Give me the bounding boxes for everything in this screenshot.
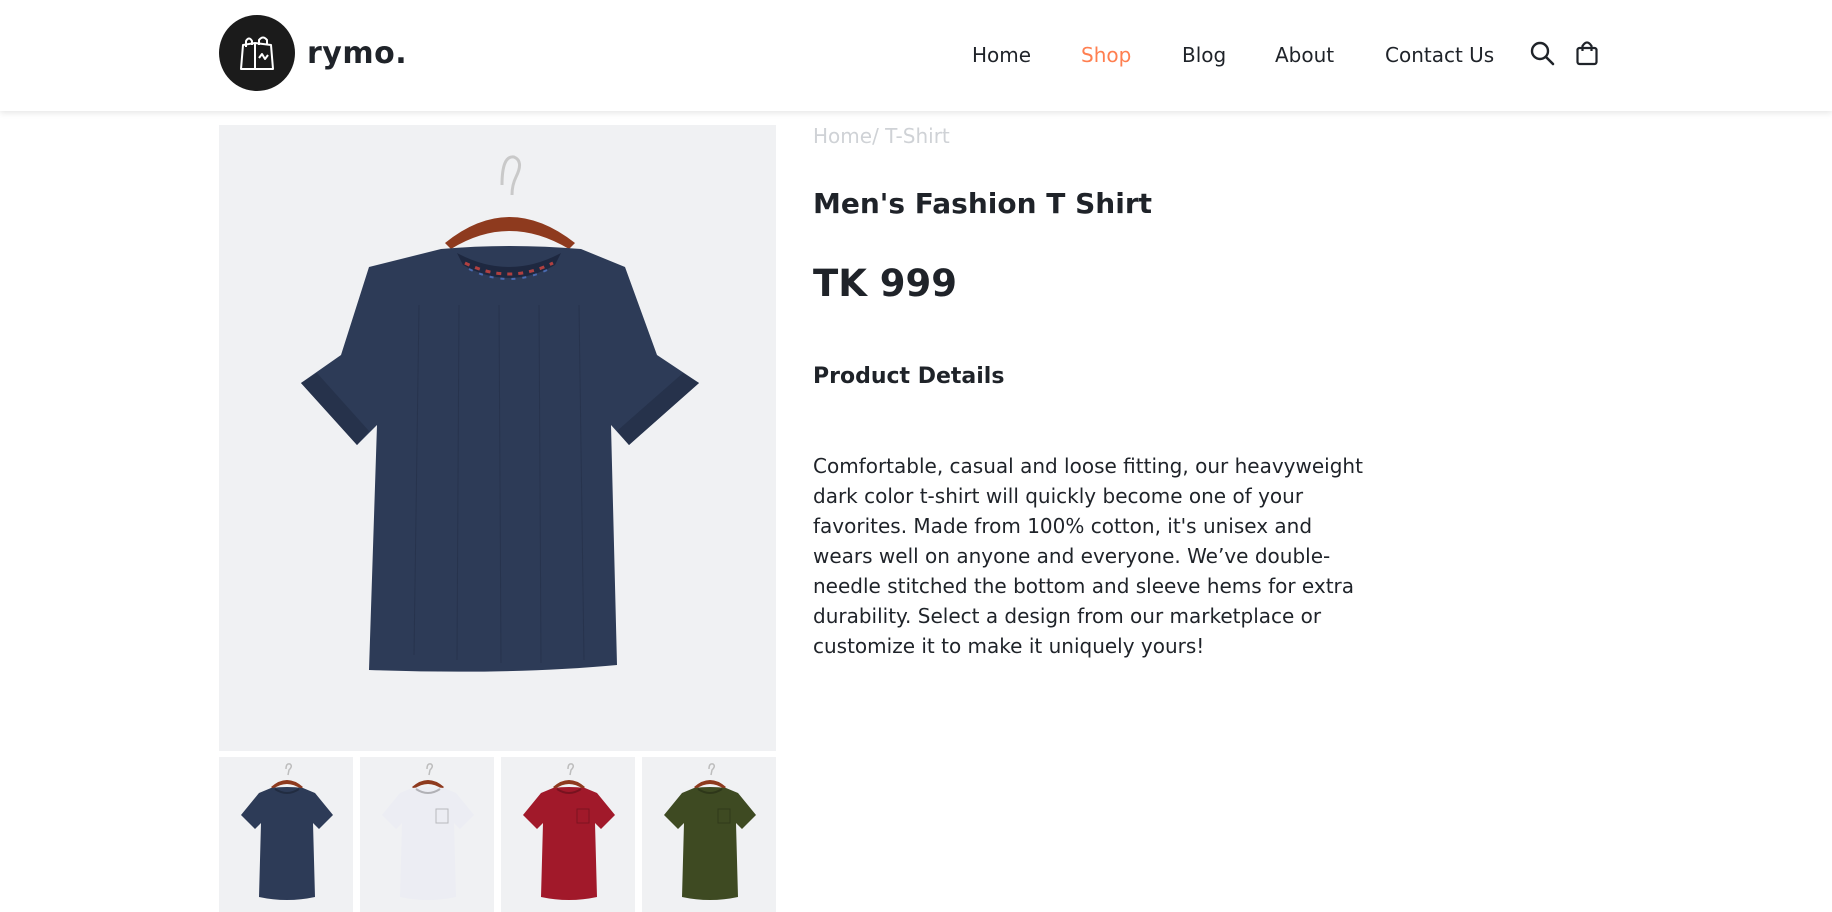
navy-t-shirt-thumbnail [241,763,333,900]
thumbnail-shirt-body [523,787,615,900]
thumbnail-white[interactable] [360,757,494,912]
white-t-shirt-thumbnail [382,763,474,900]
red-t-shirt-thumbnail [523,763,615,900]
nav-shop[interactable]: Shop [1081,40,1131,70]
breadcrumb-current: T-Shirt [885,124,950,148]
breadcrumb-home[interactable]: Home [813,124,872,148]
product-title: Men's Fashion T Shirt [813,187,1153,220]
nav-contact-us[interactable]: Contact Us [1385,40,1494,70]
thumbnail-navy[interactable] [219,757,353,912]
thumbnail-green[interactable] [642,757,776,912]
shopping-bag-icon[interactable] [1572,38,1602,68]
thumbnail-red[interactable] [501,757,635,912]
main-nav: Home Shop Blog About Contact Us [0,40,1832,70]
site-header: rymo. Home Shop Blog About Contact Us [0,0,1832,111]
nav-home[interactable]: Home [972,40,1031,70]
breadcrumb: Home/ T-Shirt [813,124,950,148]
product-main-image [219,125,776,751]
product-price: TK 999 [813,262,958,305]
product-description: Comfortable, casual and loose fitting, o… [813,454,1363,658]
t-shirt-image [301,155,699,672]
breadcrumb-separator: / [872,124,879,148]
product-details-heading: Product Details [813,364,1005,389]
product-thumbnails [219,757,776,912]
thumbnail-shirt-body [241,787,333,900]
nav-blog[interactable]: Blog [1182,40,1226,70]
search-icon[interactable] [1527,38,1557,68]
nav-about[interactable]: About [1275,40,1334,70]
green-t-shirt-thumbnail [664,763,756,900]
thumbnail-shirt-body [382,787,474,900]
thumbnail-shirt-body [664,787,756,900]
